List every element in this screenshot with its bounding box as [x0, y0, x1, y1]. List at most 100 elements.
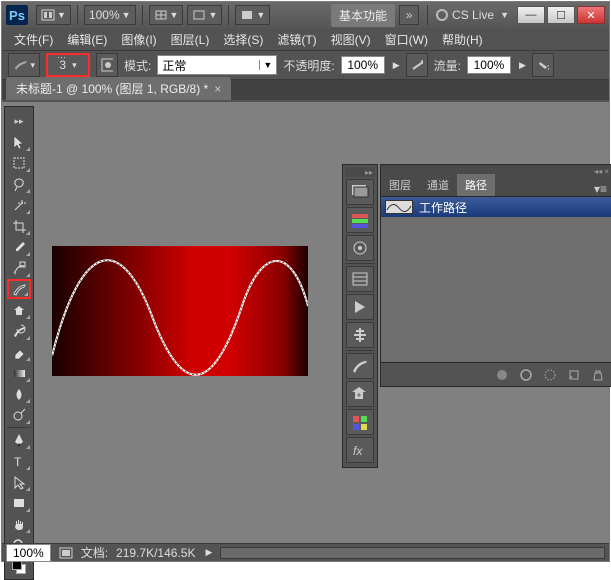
tool-preset-picker[interactable]: ▾	[8, 53, 40, 77]
view-extras-button[interactable]: ▼	[149, 5, 184, 25]
screen-mode-button[interactable]: ▼	[235, 5, 270, 25]
horizontal-scrollbar[interactable]	[220, 547, 605, 559]
eraser-tool[interactable]	[7, 342, 31, 362]
status-info-icon[interactable]	[59, 547, 73, 559]
panel-tab-strip: 图层通道路径 ▾≡	[381, 177, 611, 197]
menu-bar: 文件(F)编辑(E)图像(I)图层(L)选择(S)滤镜(T)视图(V)窗口(W)…	[2, 28, 609, 50]
clone-stamp-tool[interactable]	[7, 300, 31, 320]
dodge-tool[interactable]	[7, 405, 31, 425]
menu-6[interactable]: 视图(V)	[325, 29, 377, 50]
flow-input[interactable]: 100%	[467, 56, 511, 74]
expand-workspaces-button[interactable]: »	[399, 5, 419, 25]
app-logo: Ps	[6, 5, 28, 25]
close-tab-icon[interactable]: ×	[214, 82, 221, 96]
tablet-opacity-button[interactable]	[406, 53, 428, 77]
menu-8[interactable]: 帮助(H)	[436, 29, 489, 50]
tools-collapse-button[interactable]: ▸▸	[7, 111, 31, 131]
menu-2[interactable]: 图像(I)	[115, 29, 162, 50]
svg-text:T: T	[14, 455, 22, 469]
brush-tool[interactable]	[7, 279, 31, 299]
clone-source-icon[interactable]	[346, 381, 374, 407]
airbrush-button[interactable]	[532, 53, 554, 77]
document-tab-bar: 未标题-1 @ 100% (图层 1, RGB/8) * ×	[2, 80, 609, 100]
tools-panel: ▸▸ T	[4, 106, 34, 580]
styles-icon[interactable]: fx	[346, 437, 374, 463]
crop-tool[interactable]	[7, 216, 31, 236]
panel-tab-0[interactable]: 图层	[381, 174, 419, 196]
panel-footer	[381, 362, 611, 386]
selection-icon[interactable]	[543, 368, 557, 382]
zoom-level-value: 100%	[89, 8, 120, 22]
document-canvas[interactable]	[52, 246, 308, 376]
blend-mode-select[interactable]: 正常▼	[157, 55, 277, 75]
fill-path-icon[interactable]	[495, 368, 509, 382]
brush-size-picker[interactable]: 3 ▾	[46, 53, 90, 77]
paths-panel: ◂◂ × 图层通道路径▾≡ 工作路径	[380, 164, 611, 387]
pen-tool[interactable]	[7, 430, 31, 450]
flow-flyout[interactable]: ▶	[519, 60, 526, 71]
brush-preset-icon[interactable]	[346, 353, 374, 379]
actions-icon[interactable]	[346, 294, 374, 320]
marquee-tool[interactable]	[7, 153, 31, 173]
color-swatch[interactable]	[12, 560, 26, 574]
status-flyout[interactable]: ▶	[205, 547, 212, 558]
healing-brush-tool[interactable]	[7, 258, 31, 278]
status-bar: 100% 文档:219.7K/146.5K ▶	[2, 543, 609, 561]
dock-collapse-button[interactable]: ▸▸	[345, 167, 375, 177]
delete-icon[interactable]	[591, 368, 605, 382]
menu-1[interactable]: 编辑(E)	[61, 29, 113, 50]
minimize-button[interactable]: —	[517, 6, 545, 24]
workspace-switcher[interactable]: 基本功能	[331, 4, 395, 27]
opacity-flyout[interactable]: ▶	[393, 60, 400, 71]
eyedropper-tool[interactable]	[7, 237, 31, 257]
zoom-level-combo[interactable]: 100% ▼	[84, 5, 136, 25]
blur-tool[interactable]	[7, 384, 31, 404]
menu-0[interactable]: 文件(F)	[8, 29, 59, 50]
type-tool[interactable]: T	[7, 451, 31, 471]
arrange-docs-button[interactable]: ▼	[187, 5, 222, 25]
shape-tool[interactable]	[7, 493, 31, 513]
flow-label: 流量:	[434, 57, 461, 74]
layers-icon[interactable]	[346, 179, 374, 205]
path-select-tool[interactable]	[7, 472, 31, 492]
path-thumbnail	[385, 200, 413, 214]
bridge-button[interactable]: ▼	[36, 5, 71, 25]
path-item[interactable]: 工作路径	[381, 197, 611, 217]
new-path-icon[interactable]	[567, 368, 581, 382]
svg-text:fx: fx	[353, 444, 363, 458]
menu-7[interactable]: 窗口(W)	[379, 29, 434, 50]
gradient-tool[interactable]	[7, 363, 31, 383]
collapsed-panel-dock: ▸▸ fx	[342, 164, 378, 468]
status-zoom-input[interactable]: 100%	[6, 544, 51, 562]
path-item-label: 工作路径	[419, 199, 467, 216]
move-tool[interactable]	[7, 132, 31, 152]
panel-menu-button[interactable]: ▾≡	[588, 182, 611, 196]
panel-body[interactable]: 工作路径	[381, 197, 611, 362]
adjustments-icon[interactable]	[346, 322, 374, 348]
mode-label: 模式:	[124, 57, 151, 74]
menu-4[interactable]: 选择(S)	[217, 29, 269, 50]
brush-panel-toggle[interactable]	[96, 53, 118, 77]
cs-live-button[interactable]: CS Live ▼	[436, 8, 509, 22]
panel-tab-1[interactable]: 通道	[419, 174, 457, 196]
app-top-bar: Ps ▼ 100% ▼ ▼ ▼ ▼ 基本功能 » CS Live	[2, 2, 609, 28]
history-icon[interactable]	[346, 266, 374, 292]
lasso-tool[interactable]	[7, 174, 31, 194]
canvas-area[interactable]: ▸▸ fx ◂◂ × 图层通道路径▾≡ 工作路径	[40, 106, 605, 539]
history-brush-tool[interactable]	[7, 321, 31, 341]
hand-tool[interactable]	[7, 514, 31, 534]
opacity-input[interactable]: 100%	[341, 56, 385, 74]
menu-3[interactable]: 图层(L)	[165, 29, 216, 50]
menu-5[interactable]: 滤镜(T)	[271, 29, 322, 50]
document-tab[interactable]: 未标题-1 @ 100% (图层 1, RGB/8) * ×	[6, 77, 231, 100]
swatches-icon[interactable]	[346, 409, 374, 435]
maximize-button[interactable]: ☐	[547, 6, 575, 24]
magic-wand-tool[interactable]	[7, 195, 31, 215]
paths-icon[interactable]	[346, 235, 374, 261]
workspace: ▸▸T ▸▸ fx ◂◂ × 图层通道路径▾≡	[2, 102, 609, 543]
stroke-path-icon[interactable]	[519, 368, 533, 382]
channels-icon[interactable]	[346, 207, 374, 233]
close-button[interactable]: ✕	[577, 6, 605, 24]
opacity-label: 不透明度:	[283, 57, 334, 74]
panel-tab-2[interactable]: 路径	[457, 174, 495, 196]
